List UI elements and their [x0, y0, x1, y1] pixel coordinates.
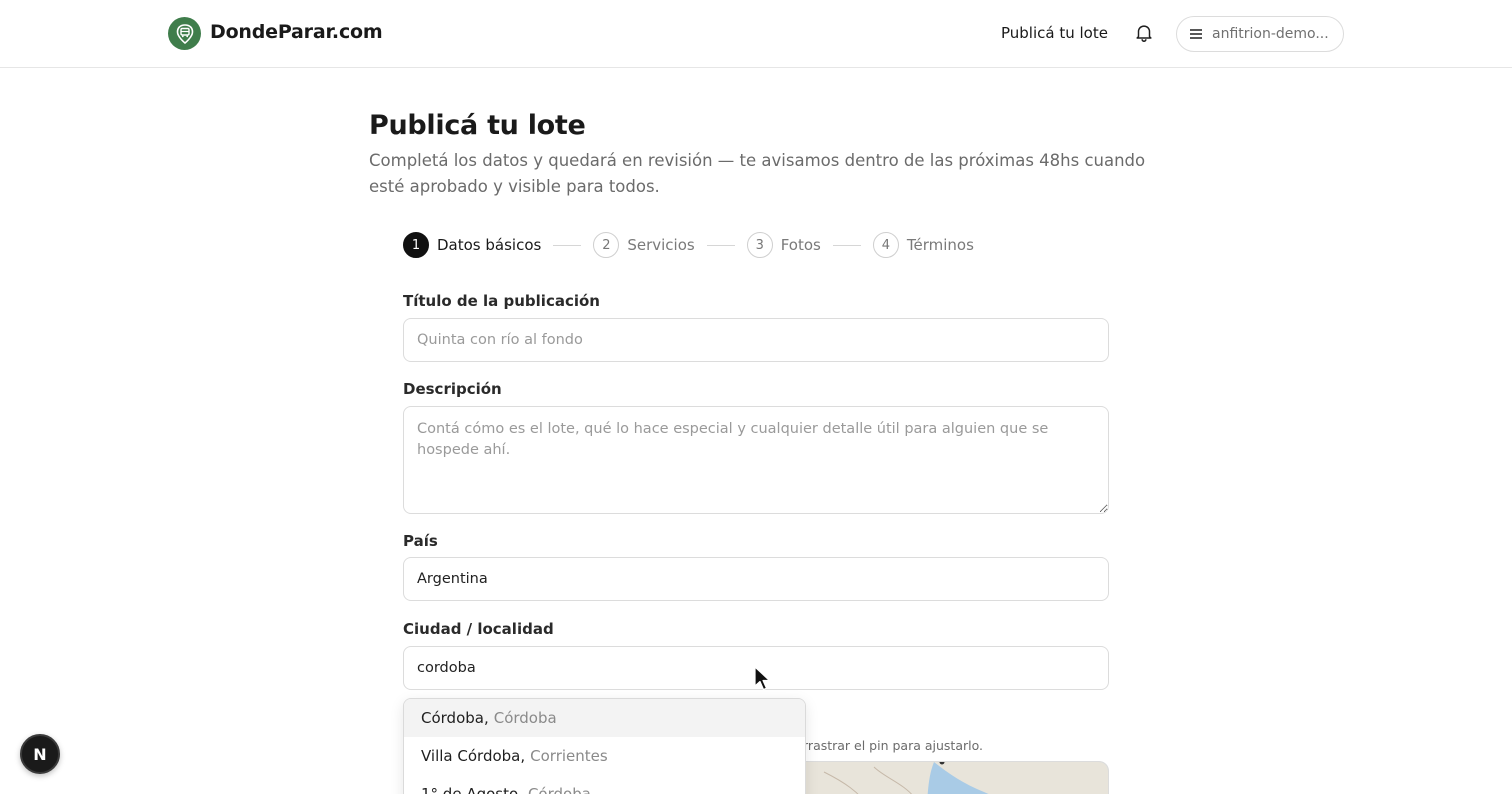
- notifications-bell-icon[interactable]: [1133, 22, 1155, 44]
- city-suggestions-dropdown: Córdoba, Córdoba Villa Córdoba, Corrient…: [403, 698, 806, 794]
- step-separator: [553, 244, 582, 246]
- step-number: 3: [746, 232, 773, 258]
- dev-tools-badge[interactable]: N: [20, 734, 60, 774]
- publish-lot-link[interactable]: Publicá tu lote: [1001, 24, 1108, 42]
- description-textarea[interactable]: [403, 406, 1109, 514]
- mouse-cursor-icon: [754, 666, 771, 691]
- step-label: Fotos: [780, 236, 821, 254]
- brand-logo-icon[interactable]: [168, 17, 201, 50]
- city-suggestion-item[interactable]: Villa Córdoba, Corrientes: [404, 737, 805, 775]
- step-number: 1: [403, 232, 429, 258]
- user-name-label: anfitrion-demo...: [1212, 26, 1329, 42]
- step-number: 2: [593, 232, 620, 258]
- step-number: 4: [872, 232, 899, 258]
- suggestion-province: Córdoba: [493, 709, 557, 727]
- title-input[interactable]: [403, 318, 1109, 362]
- step-separator: [832, 244, 861, 246]
- hamburger-menu-icon: [1190, 29, 1202, 39]
- step-terminos[interactable]: 4 Términos: [872, 232, 974, 258]
- country-field-label: País: [403, 532, 438, 550]
- city-suggestion-item[interactable]: Córdoba, Córdoba: [404, 699, 805, 737]
- user-menu-button[interactable]: anfitrion-demo...: [1176, 16, 1344, 52]
- step-servicios[interactable]: 2 Servicios: [593, 232, 695, 258]
- step-fotos[interactable]: 3 Fotos: [746, 232, 821, 258]
- suggestion-province: Corrientes: [530, 747, 608, 765]
- wizard-stepper: 1 Datos básicos 2 Servicios 3 Fotos 4 Té…: [403, 232, 974, 258]
- page-subtitle: Completá los datos y quedará en revisión…: [369, 151, 1146, 196]
- title-field-label: Título de la publicación: [403, 292, 600, 310]
- step-datos-basicos[interactable]: 1 Datos básicos: [403, 232, 541, 258]
- step-label: Servicios: [627, 236, 695, 254]
- country-input[interactable]: [403, 557, 1109, 601]
- city-field-label: Ciudad / localidad: [403, 620, 554, 638]
- suggestion-city: 1° de Agosto,: [421, 785, 523, 794]
- brand-name[interactable]: DondeParar.com: [210, 21, 383, 43]
- suggestion-province: Córdoba: [527, 785, 591, 794]
- step-label: Términos: [906, 236, 974, 254]
- city-suggestion-item[interactable]: 1° de Agosto, Córdoba: [404, 775, 805, 794]
- step-separator: [706, 244, 735, 246]
- description-field-label: Descripción: [403, 380, 502, 398]
- suggestion-city: Córdoba,: [421, 709, 489, 727]
- bus-pin-icon: [176, 23, 193, 44]
- suggestion-city: Villa Córdoba,: [421, 747, 526, 765]
- step-label: Datos básicos: [437, 236, 542, 254]
- top-navigation-bar: DondeParar.com Publicá tu lote anfitrion…: [0, 0, 1512, 68]
- page-title: Publicá tu lote: [369, 110, 586, 141]
